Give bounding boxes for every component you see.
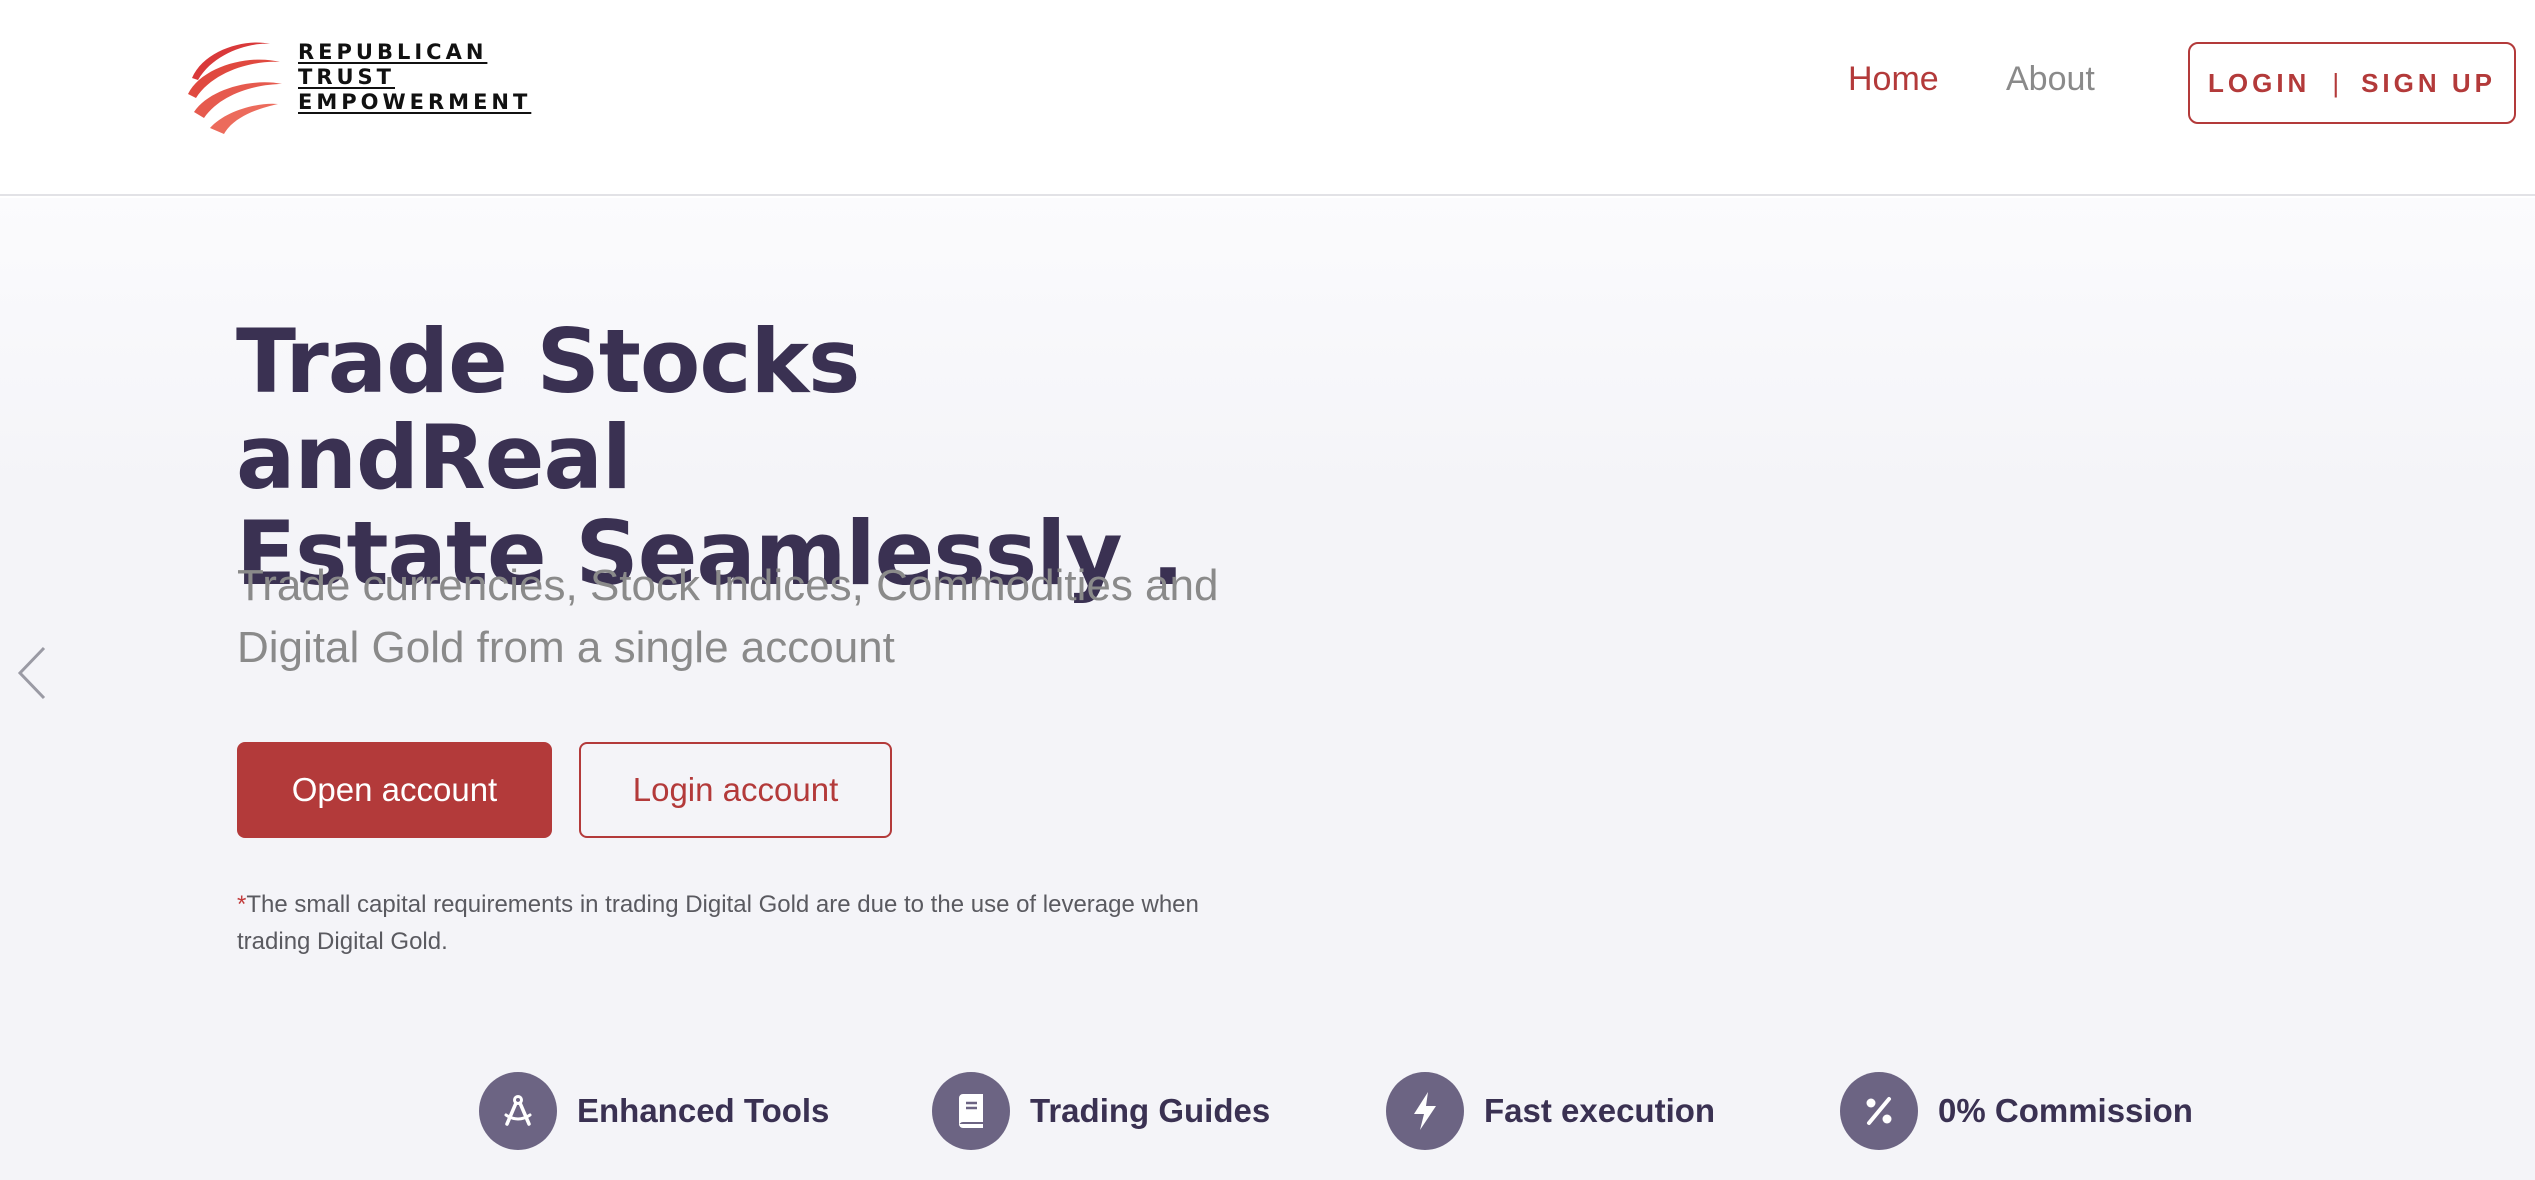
percent-icon: [1840, 1072, 1918, 1150]
login-account-button[interactable]: Login account: [579, 742, 892, 838]
disclaimer-line-1: The small capital requirements in tradin…: [246, 891, 1199, 918]
feature-label: Enhanced Tools: [577, 1092, 830, 1129]
site-header: REPUBLICAN TRUST EMPOWERMENT Home About …: [0, 0, 2535, 196]
logo-line-1: REPUBLICAN: [298, 40, 488, 64]
lightning-icon: [1386, 1072, 1464, 1150]
globe-logo-icon: [188, 42, 282, 134]
leverage-disclaimer: *The small capital requirements in tradi…: [237, 886, 1237, 960]
carousel-prev-arrow-icon[interactable]: [14, 644, 50, 702]
open-account-button[interactable]: Open account: [237, 742, 552, 838]
feature-label: Trading Guides: [1030, 1092, 1271, 1129]
site-logo[interactable]: REPUBLICAN TRUST EMPOWERMENT: [184, 30, 527, 136]
feature-zero-commission: 0% Commission: [1840, 1072, 2193, 1150]
feature-label: 0% Commission: [1938, 1092, 2193, 1129]
subtext-line-1: Trade currencies, Stock Indices, Commodi…: [237, 561, 1219, 610]
feature-enhanced-tools: Enhanced Tools: [479, 1072, 829, 1150]
auth-button-group: LOGIN | SIGN UP: [2188, 42, 2516, 124]
logo-line-2: TRUST: [298, 65, 395, 89]
feature-trading-guides: Trading Guides: [932, 1072, 1270, 1150]
login-link[interactable]: LOGIN: [2208, 68, 2310, 99]
hero-subtext: Trade currencies, Stock Indices, Commodi…: [237, 555, 1237, 679]
disclaimer-line-2: trading Digital Gold.: [237, 928, 448, 955]
headline-line-1: Trade Stocks andReal: [236, 310, 860, 509]
disclaimer-asterisk: *: [237, 891, 247, 918]
hero-section: Trade Stocks andReal Estate Seamlessly .…: [0, 198, 2535, 1180]
subtext-line-2: Digital Gold from a single account: [237, 623, 895, 672]
auth-separator: |: [2332, 67, 2340, 98]
compass-icon: [479, 1072, 557, 1150]
logo-wordmark: REPUBLICAN TRUST EMPOWERMENT: [298, 40, 531, 115]
logo-line-3: EMPOWERMENT: [298, 90, 532, 114]
book-icon: [932, 1072, 1010, 1150]
feature-fast-execution: Fast execution: [1386, 1072, 1715, 1150]
nav-home-link[interactable]: Home: [1848, 60, 1939, 99]
signup-link[interactable]: SIGN UP: [2361, 68, 2496, 99]
nav-about-link[interactable]: About: [2006, 60, 2095, 99]
feature-label: Fast execution: [1484, 1092, 1716, 1129]
